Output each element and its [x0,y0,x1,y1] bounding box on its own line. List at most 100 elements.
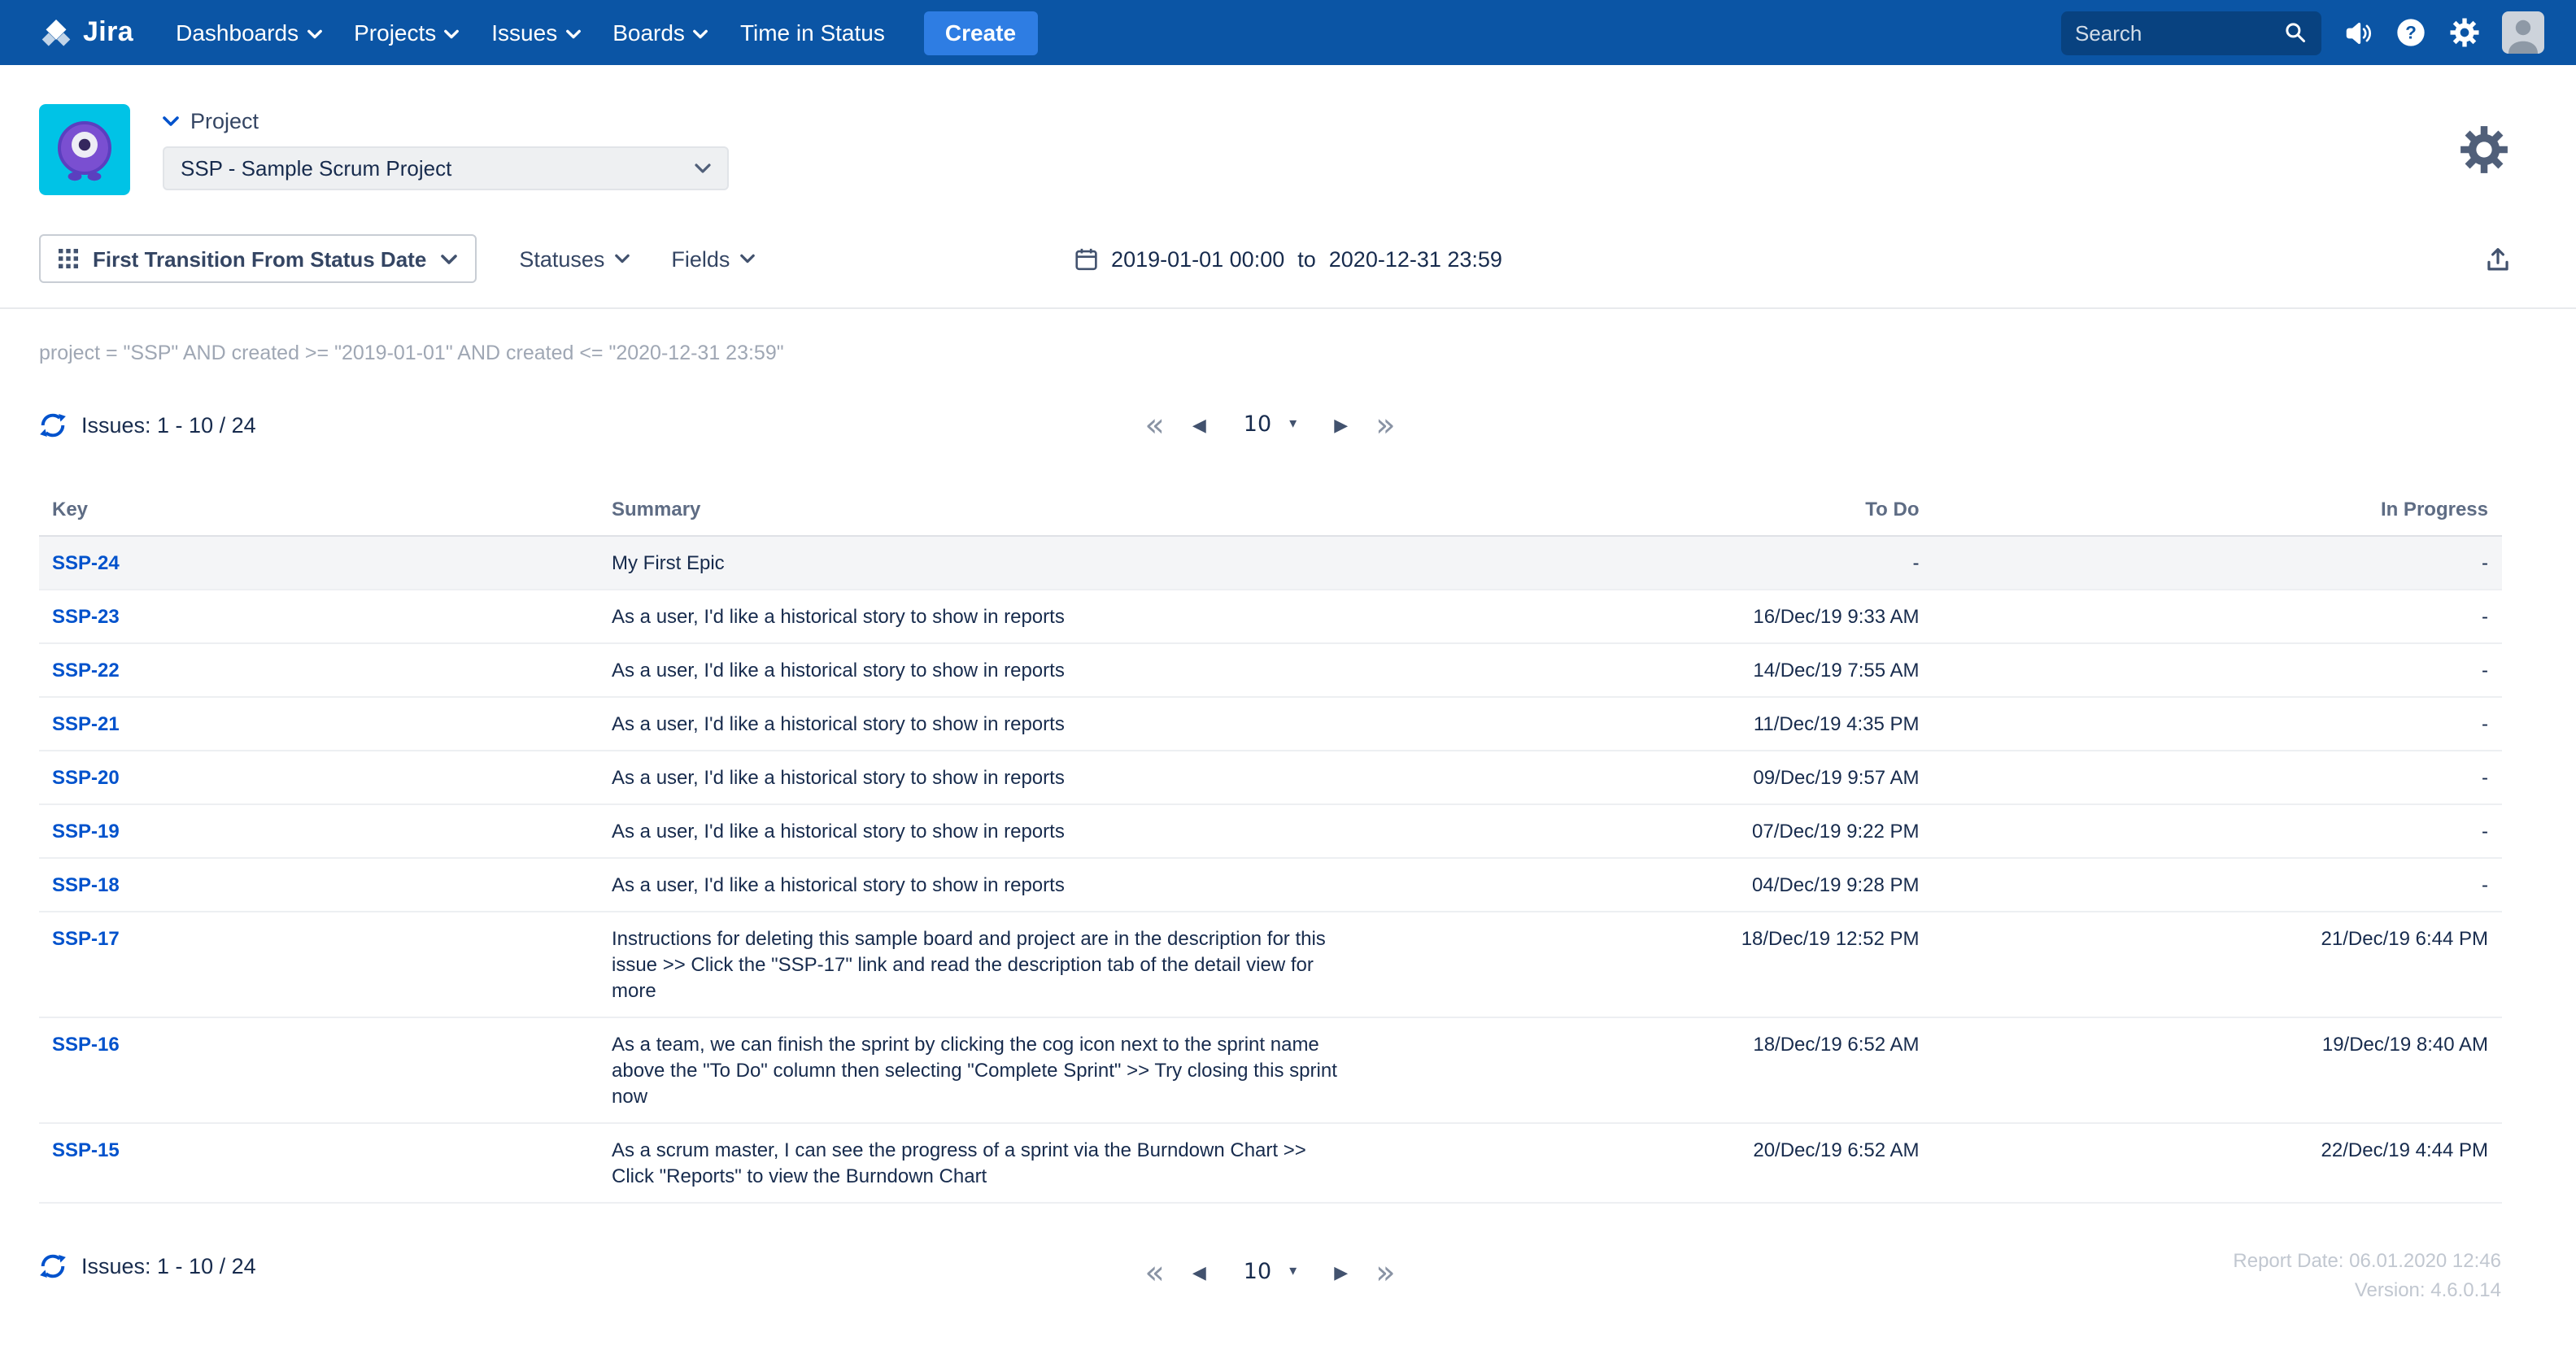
pagination-prev-icon[interactable]: ◀ [1192,414,1206,435]
pagination-next-icon[interactable]: ▶ [1334,414,1348,435]
jira-logo[interactable]: Jira [39,15,133,50]
fields-dropdown[interactable]: Fields [671,246,754,271]
table-row: SSP-19 As a user, I'd like a historical … [39,804,2501,858]
column-header-summary: Summary [599,488,1363,536]
report-content: project = "SSP" AND created >= "2019-01-… [0,342,2576,1304]
table-row: SSP-21 As a user, I'd like a historical … [39,697,2501,751]
pagination-last-icon[interactable]: » [1375,408,1396,441]
announcement-icon[interactable] [2342,17,2373,48]
issues-count-label: Issues: 1 - 10 / 24 [81,412,256,437]
issue-key-link[interactable]: SSP-21 [39,697,599,751]
user-avatar[interactable] [2501,11,2543,54]
nav-menu-item[interactable]: Issues [475,0,596,65]
issue-key-link[interactable]: SSP-17 [39,912,599,1017]
issue-summary: As a team, we can finish the sprint by c… [599,1017,1363,1123]
settings-gear-icon[interactable] [2456,122,2511,177]
issues-count-label: Issues: 1 - 10 / 24 [81,1254,256,1278]
date-to: 2020-12-31 23:59 [1329,246,1502,271]
chevron-down-icon [565,26,580,39]
calendar-icon [1074,246,1098,271]
chevron-down-icon [441,253,457,264]
top-navbar: Jira Dashboards Projects Issues Boards T… [0,0,2576,65]
search-input[interactable] [2075,20,2283,45]
column-header-key: Key [39,488,599,536]
chevron-down-icon [163,115,179,127]
issue-in-progress-date: 19/Dec/19 8:40 AM [1933,1017,2502,1123]
table-row: SSP-15 As a scrum master, I can see the … [39,1123,2501,1203]
issue-key-link[interactable]: SSP-19 [39,804,599,858]
issue-in-progress-date: 21/Dec/19 6:44 PM [1933,912,2502,1017]
page-size-select[interactable]: 10 ▾ [1234,405,1306,444]
refresh-icon[interactable] [39,1252,67,1280]
issue-summary: Instructions for deleting this sample bo… [599,912,1363,1017]
issue-key-link[interactable]: SSP-18 [39,858,599,912]
issue-in-progress-date: - [1933,858,2502,912]
table-row: SSP-17 Instructions for deleting this sa… [39,912,2501,1017]
nav-menu: Dashboards Projects Issues Boards Time i… [159,0,901,65]
pagination-first-icon[interactable]: « [1144,1256,1165,1288]
date-range-picker[interactable]: 2019-01-01 00:00 to 2020-12-31 23:59 [1074,246,1502,271]
nav-menu-item[interactable]: Time in Status [724,0,901,65]
issue-summary: As a user, I'd like a historical story t… [599,590,1363,643]
issue-key-link[interactable]: SSP-15 [39,1123,599,1203]
project-section-toggle[interactable]: Project [163,109,729,133]
issue-key-link[interactable]: SSP-24 [39,536,599,590]
grid-icon [59,249,78,268]
top-pagination-row: Issues: 1 - 10 / 24 « ◀ 10 ▾ ▶ » [39,400,2501,449]
chevron-down-icon [444,26,459,39]
refresh-icon[interactable] [39,411,67,438]
issue-summary: As a user, I'd like a historical story t… [599,804,1363,858]
report-type-label: First Transition From Status Date [93,246,426,271]
pagination-first-icon[interactable]: « [1144,408,1165,441]
issue-key-link[interactable]: SSP-22 [39,643,599,697]
nav-menu-item[interactable]: Dashboards [159,0,338,65]
issue-key-link[interactable]: SSP-16 [39,1017,599,1123]
search-icon[interactable] [2283,21,2306,44]
column-header-in-progress: In Progress [1933,488,2502,536]
column-header-todo: To Do [1363,488,1933,536]
date-separator: to [1297,246,1316,271]
export-icon[interactable] [2483,245,2511,272]
report-toolbar: First Transition From Status Date Status… [0,218,2576,309]
issues-table-body: SSP-24 My First Epic - - SSP-23 As a use… [39,536,2501,1203]
issue-key-link[interactable]: SSP-23 [39,590,599,643]
report-meta: Report Date: 06.01.2020 12:46 Version: 4… [2233,1246,2501,1304]
issue-in-progress-date: - [1933,643,2502,697]
gear-icon[interactable] [2447,16,2480,49]
issues-table: Key Summary To Do In Progress SSP-24 My … [39,488,2501,1204]
report-type-dropdown[interactable]: First Transition From Status Date [39,234,477,283]
table-row: SSP-16 As a team, we can finish the spri… [39,1017,2501,1123]
issue-todo-date: 18/Dec/19 12:52 PM [1363,912,1933,1017]
help-icon[interactable]: ? [2394,16,2426,49]
table-row: SSP-23 As a user, I'd like a historical … [39,590,2501,643]
pagination-next-icon[interactable]: ▶ [1334,1261,1348,1282]
date-from: 2019-01-01 00:00 [1111,246,1284,271]
nav-menu-item[interactable]: Projects [338,0,475,65]
project-select-value: SSP - Sample Scrum Project [181,156,451,181]
issue-key-link[interactable]: SSP-20 [39,751,599,804]
issue-todo-date: 18/Dec/19 6:52 AM [1363,1017,1933,1123]
chevron-down-icon [614,254,629,263]
project-select[interactable]: SSP - Sample Scrum Project [163,146,729,190]
pagination-prev-icon[interactable]: ◀ [1192,1261,1206,1282]
search-box[interactable] [2060,11,2321,54]
chevron-down-icon: ▾ [1289,416,1297,433]
issue-summary: As a scrum master, I can see the progres… [599,1123,1363,1203]
chevron-down-icon: ▾ [1289,1264,1297,1280]
create-button[interactable]: Create [924,11,1037,54]
nav-menu-item[interactable]: Boards [596,0,724,65]
statuses-dropdown[interactable]: Statuses [519,246,629,271]
issue-todo-date: - [1363,536,1933,590]
pagination-last-icon[interactable]: » [1375,1256,1396,1288]
issue-todo-date: 16/Dec/19 9:33 AM [1363,590,1933,643]
issue-in-progress-date: - [1933,804,2502,858]
issue-todo-date: 09/Dec/19 9:57 AM [1363,751,1933,804]
table-row: SSP-22 As a user, I'd like a historical … [39,643,2501,697]
project-avatar [39,104,130,195]
issue-todo-date: 04/Dec/19 9:28 PM [1363,858,1933,912]
issue-summary: My First Epic [599,536,1363,590]
page-size-select[interactable]: 10 ▾ [1234,1252,1306,1291]
page-size-value: 10 [1244,1259,1271,1285]
chevron-down-icon [693,26,708,39]
version-text: Version: 4.6.0.14 [2233,1275,2501,1304]
